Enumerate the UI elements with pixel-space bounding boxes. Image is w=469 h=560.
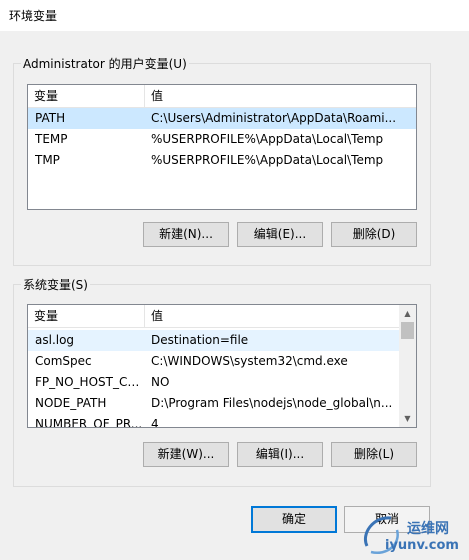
system-variables-list[interactable]: 变量 值 asl.log Destination=file ComSpec C:… [27, 304, 417, 428]
var-value: 4 [151, 417, 159, 428]
user-variables-label: Administrator 的用户变量(U) [21, 55, 189, 72]
var-value: C:\Users\Administrator\AppData\Roami... [151, 111, 397, 125]
scroll-up-icon[interactable]: ▲ [399, 305, 416, 322]
system-variables-label: 系统变量(S) [21, 276, 90, 293]
vertical-scrollbar[interactable]: ▲ ▼ [399, 305, 416, 427]
watermark-logo: 运维网 iyunv.com [355, 508, 469, 560]
user-var-row-temp[interactable]: TEMP %USERPROFILE%\AppData\Local\Temp [28, 129, 416, 150]
var-value: Destination=file [151, 333, 249, 347]
scroll-down-icon[interactable]: ▼ [399, 410, 416, 427]
user-edit-button[interactable]: 编辑(E)... [237, 222, 323, 247]
var-name: FP_NO_HOST_CH... [35, 375, 145, 389]
var-name: TEMP [35, 132, 68, 146]
system-var-row[interactable]: NUMBER_OF_PR... 4 [28, 414, 399, 428]
title-bar: 环境变量 [0, 0, 469, 31]
ok-button[interactable]: 确定 [251, 506, 337, 533]
var-name: TMP [35, 153, 60, 167]
var-value: D:\Program Files\nodejs\node_global\n... [151, 396, 393, 410]
var-value: %USERPROFILE%\AppData\Local\Temp [151, 132, 384, 146]
var-value: NO [151, 375, 170, 389]
window-title: 环境变量 [9, 9, 58, 23]
watermark-text-cn: 运维网 [407, 521, 449, 537]
column-header-variable[interactable]: 变量 [28, 305, 145, 327]
var-name: ComSpec [35, 354, 92, 368]
watermark-text-domain: iyunv.com [385, 538, 459, 553]
var-name: asl.log [35, 333, 75, 347]
user-var-row-path[interactable]: PATH C:\Users\Administrator\AppData\Roam… [28, 108, 416, 129]
system-var-row[interactable]: NODE_PATH D:\Program Files\nodejs\node_g… [28, 393, 399, 414]
system-var-row[interactable]: asl.log Destination=file [28, 330, 399, 351]
column-header-variable[interactable]: 变量 [28, 85, 145, 107]
system-edit-button[interactable]: 编辑(I)... [237, 442, 323, 467]
column-header-value[interactable]: 值 [145, 85, 416, 107]
column-header-value[interactable]: 值 [145, 305, 399, 327]
system-delete-button[interactable]: 删除(L) [331, 442, 417, 467]
var-value: C:\WINDOWS\system32\cmd.exe [151, 354, 348, 368]
system-new-button[interactable]: 新建(W)... [143, 442, 229, 467]
scroll-thumb[interactable] [401, 322, 414, 339]
var-name: PATH [35, 111, 66, 125]
system-var-row[interactable]: ComSpec C:\WINDOWS\system32\cmd.exe [28, 351, 399, 372]
list-header: 变量 值 [28, 85, 416, 108]
var-name: NUMBER_OF_PR... [35, 417, 143, 428]
system-var-row[interactable]: FP_NO_HOST_CH... NO [28, 372, 399, 393]
user-var-row-tmp[interactable]: TMP %USERPROFILE%\AppData\Local\Temp [28, 150, 416, 171]
user-delete-button[interactable]: 删除(D) [331, 222, 417, 247]
var-name: NODE_PATH [35, 396, 107, 410]
user-variables-list[interactable]: 变量 值 PATH C:\Users\Administrator\AppData… [27, 84, 417, 210]
var-value: %USERPROFILE%\AppData\Local\Temp [151, 153, 384, 167]
list-header: 变量 值 [28, 305, 416, 328]
user-new-button[interactable]: 新建(N)... [143, 222, 229, 247]
